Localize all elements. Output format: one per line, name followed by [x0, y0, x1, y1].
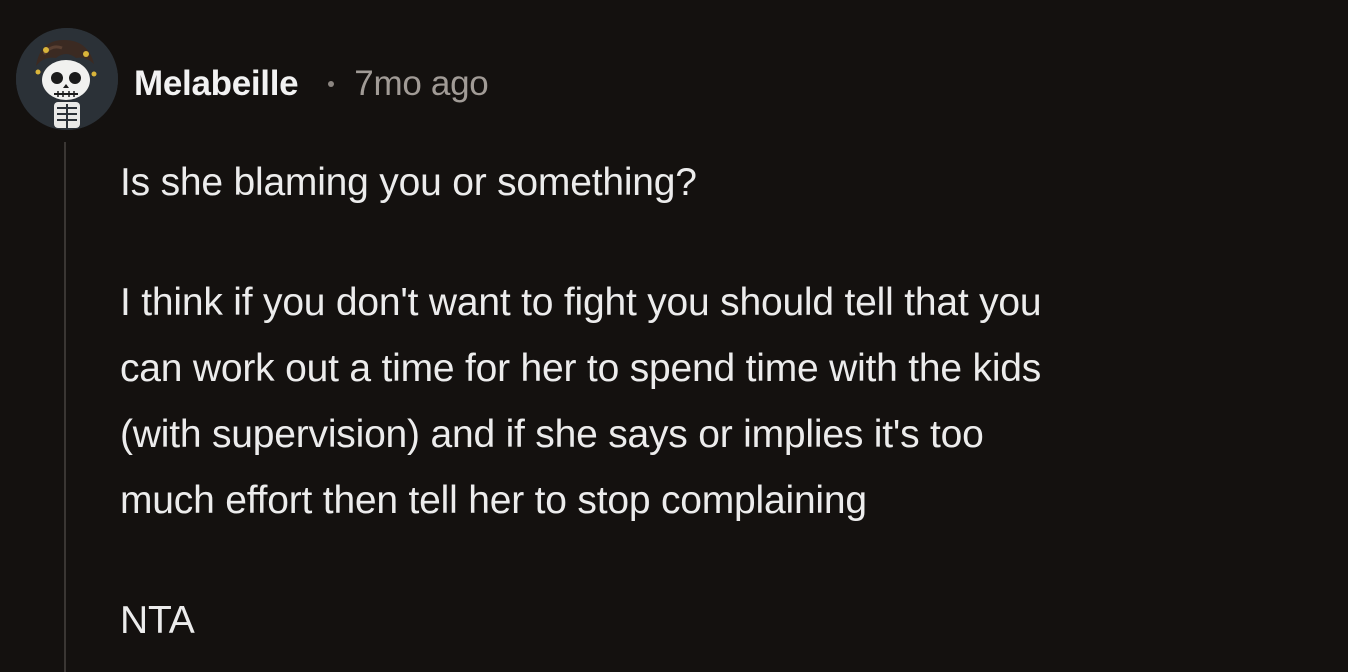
- comment-line-6: NTA: [120, 599, 195, 642]
- comment-line-4: (with supervision) and if she says or im…: [120, 413, 984, 456]
- comment-body: Is she blaming you or something? I think…: [120, 150, 1335, 654]
- timestamp[interactable]: 7mo ago: [354, 64, 488, 104]
- comment-line-5: much effort then tell her to stop compla…: [120, 479, 867, 522]
- comment-line-3: can work out a time for her to spend tim…: [120, 347, 1042, 390]
- username-link[interactable]: Melabeille: [134, 64, 299, 104]
- comment-line-1: Is she blaming you or something?: [120, 161, 697, 204]
- skeleton-avatar-icon: [16, 28, 118, 130]
- thread-line[interactable]: [64, 142, 66, 672]
- comment-line-2: I think if you don't want to fight you s…: [120, 281, 1042, 324]
- comment-header: Melabeille 7mo ago: [134, 58, 489, 110]
- dot-separator-icon: [328, 81, 335, 87]
- avatar[interactable]: [16, 28, 118, 130]
